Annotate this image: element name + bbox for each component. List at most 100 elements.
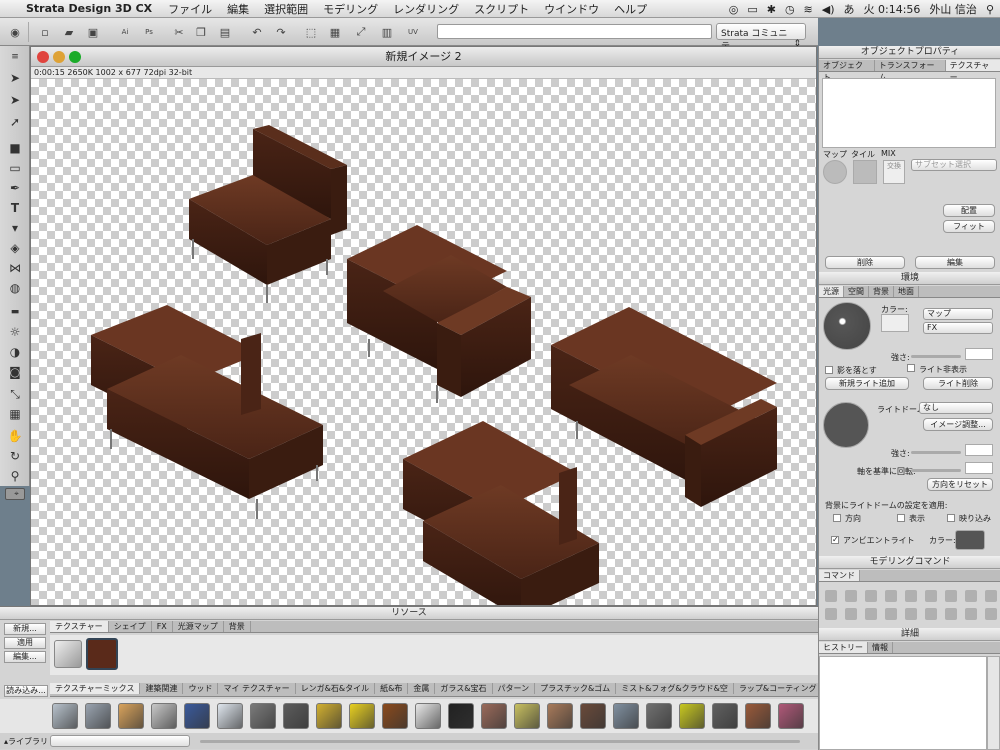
dome-intensity-slider[interactable] [911, 451, 961, 454]
rectangle-tool-icon[interactable]: ▭ [5, 158, 25, 178]
light-direction-sphere[interactable] [823, 302, 871, 350]
command-fill-icon[interactable] [905, 608, 917, 620]
copy-icon[interactable]: ❐ [192, 23, 210, 41]
app-menu[interactable]: Strata Design 3D CX [26, 2, 152, 15]
environment-header[interactable]: 環境 [819, 272, 1000, 285]
render-canvas[interactable] [31, 79, 816, 605]
details-header[interactable]: 詳細 [819, 628, 1000, 641]
paste-icon[interactable]: ▤ [216, 23, 234, 41]
intensity-field[interactable] [965, 348, 993, 360]
open-folder-icon[interactable]: ▰ [60, 23, 78, 41]
map-sphere-icon[interactable] [823, 160, 847, 184]
user-name[interactable]: 外山 信治 [929, 1, 977, 17]
new-resource-button[interactable]: 新規... [4, 623, 46, 635]
view-options-icon[interactable]: ▥ [378, 23, 396, 41]
command-lathe-icon[interactable] [845, 590, 857, 602]
category-texture-mix[interactable]: テクスチャーミックス [50, 683, 141, 694]
texture-library-thumb[interactable] [415, 703, 441, 729]
menu-rendering[interactable]: レンダリング [393, 1, 459, 17]
minimize-button[interactable] [53, 51, 65, 63]
tab-background[interactable]: 背景 [869, 286, 894, 297]
command-bevel-icon[interactable] [905, 590, 917, 602]
add-light-button[interactable]: 新規ライト追加 [825, 377, 909, 390]
texture-library-thumb[interactable] [745, 703, 771, 729]
texture-library-thumb[interactable] [118, 703, 144, 729]
apply-display-checkbox[interactable] [897, 514, 905, 522]
grid-tool-icon[interactable]: ▦ [5, 404, 25, 424]
texture-library-thumb[interactable] [349, 703, 375, 729]
command-skin-icon[interactable] [885, 590, 897, 602]
text-tool-icon[interactable]: T [5, 198, 25, 218]
command-sweep-icon[interactable] [865, 590, 877, 602]
command-array-icon[interactable] [845, 608, 857, 620]
edit-button[interactable]: 編集 [915, 256, 995, 269]
wifi-icon[interactable]: ≋ [804, 3, 813, 16]
swap-button[interactable]: 交換 [883, 160, 905, 184]
load-button[interactable]: 読み込み... [4, 685, 48, 697]
menu-help[interactable]: ヘルプ [614, 1, 647, 17]
palette-grip-icon[interactable]: ≡ [5, 52, 25, 62]
command-mesh-icon[interactable] [985, 608, 997, 620]
light-tool-icon[interactable]: ☼ [5, 322, 25, 342]
category-mist[interactable]: ミスト&フォグ&クラウド&空 [616, 683, 734, 694]
res-tab-fx[interactable]: FX [152, 621, 173, 632]
spotlight-icon[interactable]: ⚲ [986, 3, 994, 16]
resources-header[interactable]: リソース [0, 607, 818, 620]
menu-selection[interactable]: 選択範囲 [264, 1, 308, 17]
reset-direction-button[interactable]: 方向をリセット [927, 478, 993, 491]
uv-editor-icon[interactable]: UV [404, 23, 422, 41]
save-icon[interactable]: ▣ [84, 23, 102, 41]
fit-button[interactable]: フィット [943, 220, 995, 233]
library-scrollbar[interactable] [200, 740, 800, 743]
history-list[interactable] [819, 656, 987, 750]
texture-library-thumb[interactable] [52, 703, 78, 729]
library-select[interactable] [50, 735, 190, 747]
texture-library-thumb[interactable] [481, 703, 507, 729]
tab-texture[interactable]: テクスチャー [945, 60, 1000, 82]
category-paper-cloth[interactable]: 紙&布 [375, 683, 409, 694]
delete-button[interactable]: 削除 [825, 256, 905, 269]
res-tab-background[interactable]: 背景 [224, 621, 251, 632]
texture-thumb-leather[interactable] [86, 638, 118, 670]
apply-reflection-checkbox[interactable] [947, 514, 955, 522]
fit-view-icon[interactable]: ⤢ [352, 23, 370, 41]
select-object-icon[interactable]: ➤ [5, 90, 25, 110]
map-select[interactable]: マップ [923, 308, 993, 320]
command-split-icon[interactable] [885, 608, 897, 620]
select-arrow-icon[interactable]: ➤ [5, 68, 25, 88]
undo-icon[interactable]: ↶ [248, 23, 266, 41]
tab-light[interactable]: 光源 [819, 286, 844, 297]
ambient-light-checkbox[interactable]: ✓ [831, 536, 839, 544]
command-boolean-icon[interactable] [925, 590, 937, 602]
camera-tool-icon[interactable]: ◙ [5, 362, 25, 382]
tab-commands[interactable]: コマンド [819, 570, 860, 581]
import-ai-icon[interactable]: Ai [116, 23, 134, 41]
library-label[interactable]: ▴ライブラリ [4, 736, 48, 747]
render-region-icon[interactable]: ⬚ [302, 23, 320, 41]
command-shell-icon[interactable] [965, 608, 977, 620]
bucket-tool-icon[interactable]: ▾ [5, 218, 25, 238]
command-subdivide-icon[interactable] [965, 590, 977, 602]
menu-window[interactable]: ウインドウ [544, 1, 599, 17]
cast-shadow-checkbox[interactable] [825, 366, 833, 374]
category-wood[interactable]: ウッド [183, 683, 219, 694]
menu-edit[interactable]: 編集 [227, 1, 249, 17]
category-glass[interactable]: ガラス&宝石 [435, 683, 493, 694]
rotate-field[interactable] [965, 462, 993, 474]
texture-library-thumb[interactable] [514, 703, 540, 729]
redo-icon[interactable]: ↷ [272, 23, 290, 41]
fx-select[interactable]: FX [923, 322, 993, 334]
texture-library-thumb[interactable] [250, 703, 276, 729]
texture-list-box[interactable] [822, 78, 996, 148]
tab-transform[interactable]: トランスフォーム [875, 60, 946, 82]
tab-ground[interactable]: 地面 [894, 286, 919, 297]
texture-library-thumb[interactable] [382, 703, 408, 729]
category-architecture[interactable]: 建築関連 [140, 683, 184, 694]
menu-script[interactable]: スクリプト [474, 1, 529, 17]
apply-resource-button[interactable]: 適用 [4, 637, 46, 649]
primitive-cube-icon[interactable]: ■ [5, 138, 25, 158]
rotate-view-icon[interactable]: ↻ [5, 446, 25, 466]
category-wrap[interactable]: ラップ&コーティング [734, 683, 818, 694]
command-deform-icon[interactable] [945, 590, 957, 602]
ruler-tool-icon[interactable]: ▬ [5, 302, 25, 322]
